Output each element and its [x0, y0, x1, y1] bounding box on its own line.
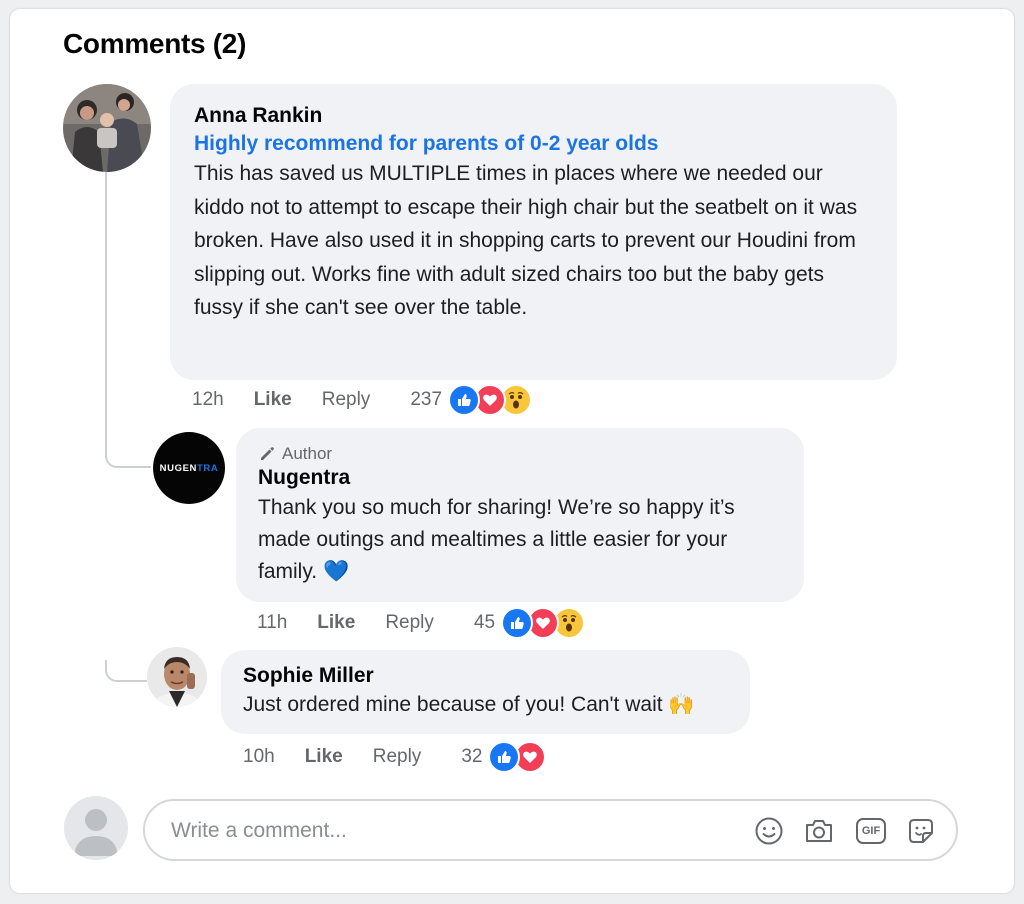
comment-actions: 10h Like Reply 32 — [243, 741, 547, 773]
comment-timestamp[interactable]: 10h — [243, 746, 275, 768]
comment-author-name[interactable]: Nugentra — [258, 466, 786, 490]
thread-branch — [105, 660, 147, 682]
comment-composer: GIF — [143, 799, 958, 861]
default-user-icon — [74, 809, 118, 856]
reply-button[interactable]: Reply — [322, 389, 371, 411]
thread-branch — [105, 440, 151, 468]
nugentra-logo: NUGENTRA — [159, 462, 219, 474]
like-reaction-icon — [488, 741, 521, 773]
comment-text: This has saved us MULTIPLE times in plac… — [194, 162, 858, 319]
reply-button[interactable]: Reply — [385, 612, 434, 634]
sticker-icon[interactable] — [905, 815, 937, 847]
thread-line — [105, 172, 107, 452]
comment-actions: 11h Like Reply 45 — [257, 607, 586, 639]
reaction-icons[interactable] — [448, 384, 533, 416]
author-tag: Author — [258, 444, 786, 464]
comment-input[interactable] — [169, 801, 733, 861]
gif-label: GIF — [861, 825, 881, 837]
comments-title: Comments (2) — [63, 28, 247, 59]
reply-bubble: Author Nugentra Thank you so much for sh… — [236, 428, 804, 602]
comment-actions: 12h Like Reply 237 — [192, 384, 533, 416]
reply-button[interactable]: Reply — [373, 746, 422, 768]
comment-timestamp[interactable]: 12h — [192, 389, 224, 411]
reaction-count[interactable]: 45 — [474, 612, 495, 634]
reaction-count[interactable]: 237 — [410, 389, 442, 411]
comment-headline: Highly recommend for parents of 0-2 year… — [194, 132, 659, 155]
comment-author-name[interactable]: Sophie Miller — [243, 664, 732, 688]
camera-icon[interactable] — [803, 815, 835, 847]
like-button[interactable]: Like — [254, 389, 292, 411]
avatar-sophie-miller[interactable] — [147, 647, 207, 707]
comment-author-name[interactable]: Anna Rankin — [194, 104, 877, 128]
like-button[interactable]: Like — [317, 612, 355, 634]
comment-bubble: Anna Rankin Highly recommend for parents… — [170, 84, 897, 380]
avatar-nugentra[interactable]: NUGENTRA — [153, 432, 225, 504]
emoji-icon[interactable] — [753, 815, 785, 847]
like-button[interactable]: Like — [305, 746, 343, 768]
gif-icon[interactable]: GIF — [855, 815, 887, 847]
comment-text: Just ordered mine because of you! Can't … — [243, 693, 695, 716]
pencil-icon — [261, 447, 274, 460]
reaction-icons[interactable] — [488, 741, 547, 773]
comment-timestamp[interactable]: 11h — [257, 612, 287, 634]
like-reaction-icon — [448, 384, 481, 416]
author-label: Author — [282, 444, 333, 463]
reply-bubble: Sophie Miller Just ordered mine because … — [221, 650, 750, 734]
reaction-count[interactable]: 32 — [461, 746, 482, 768]
current-user-avatar — [64, 796, 128, 860]
reaction-icons[interactable] — [501, 607, 586, 639]
avatar-anna-rankin[interactable] — [63, 84, 151, 172]
like-reaction-icon — [501, 607, 534, 639]
comment-text: Thank you so much for sharing! We’re so … — [258, 496, 735, 583]
